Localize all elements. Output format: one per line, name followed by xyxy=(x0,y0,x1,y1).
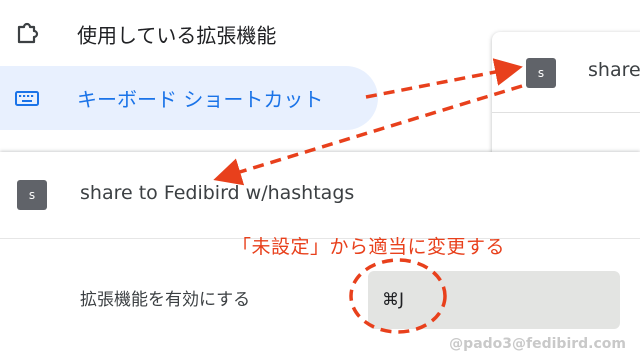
shortcut-input[interactable]: ⌘J xyxy=(368,271,620,329)
settings-nav: 使用している拡張機能 キーボード ショートカット xyxy=(0,0,380,150)
puzzle-icon xyxy=(17,22,39,44)
divider xyxy=(492,112,640,113)
annotation-note: 「未設定」から適当に変更する xyxy=(232,236,506,258)
nav-item-keyboard-shortcuts[interactable]: キーボード ショートカット xyxy=(0,66,378,130)
background-extensions-card: s share xyxy=(492,32,640,162)
shortcut-value: ⌘J xyxy=(382,290,405,310)
nav-item-label: 使用している拡張機能 xyxy=(77,23,277,48)
extension-name: share to Fedibird w/hashtags xyxy=(80,182,355,204)
extension-name: share xyxy=(588,59,640,81)
extension-icon: s xyxy=(526,58,556,88)
shortcut-card: s share to Fedibird w/hashtags 「未設定」から適当… xyxy=(0,152,640,360)
extension-icon: s xyxy=(17,180,47,210)
nav-item-label: キーボード ショートカット xyxy=(77,87,324,112)
keyboard-icon xyxy=(15,91,39,106)
watermark: @pado3@fedibird.com xyxy=(449,336,626,352)
shortcut-action-label: 拡張機能を有効にする xyxy=(80,290,251,310)
nav-item-extensions[interactable]: 使用している拡張機能 xyxy=(0,2,378,66)
